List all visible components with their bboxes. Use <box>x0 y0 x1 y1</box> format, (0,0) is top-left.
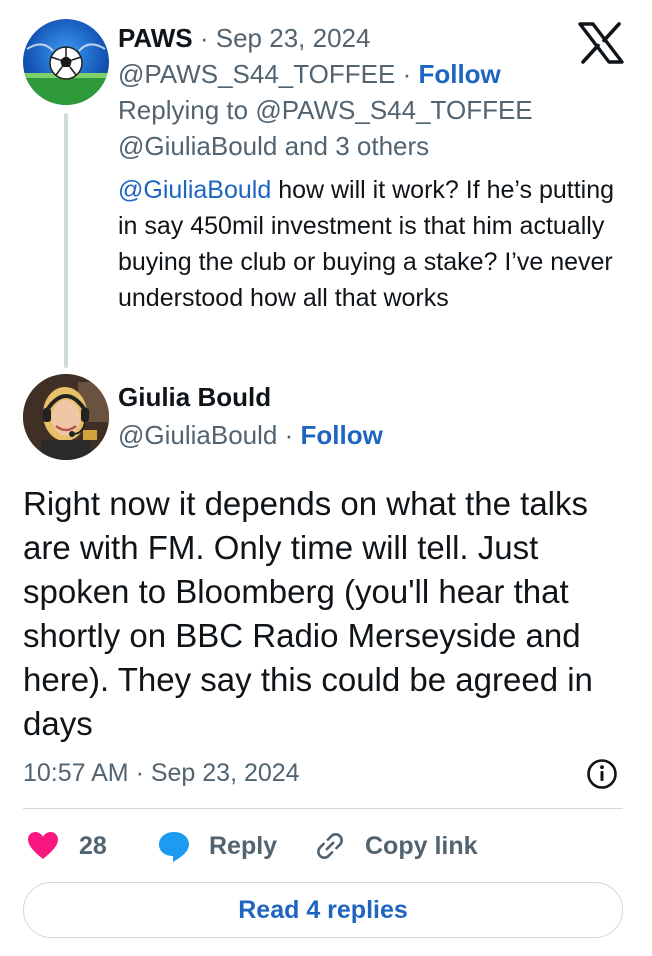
replying-mention[interactable]: @GiuliaBould <box>118 131 277 161</box>
reply-button[interactable]: Reply <box>157 826 277 866</box>
x-logo-icon[interactable] <box>578 22 624 64</box>
link-icon <box>317 833 343 859</box>
main-tweet-body: Right now it depends on what the talks a… <box>23 485 593 742</box>
speech-bubble-icon <box>159 832 189 862</box>
copy-link-label: Copy link <box>365 831 478 860</box>
info-icon[interactable] <box>586 758 618 790</box>
like-button[interactable] <box>27 826 59 866</box>
parent-tweet-date[interactable]: Sep 23, 2024 <box>216 23 371 53</box>
parent-follow-link[interactable]: Follow <box>418 59 500 89</box>
thread-connector-line <box>64 113 68 368</box>
actions-divider <box>23 808 623 809</box>
like-count[interactable]: 28 <box>79 826 107 866</box>
replying-others[interactable]: and 3 others <box>277 131 430 161</box>
parent-tweet-body: @GiuliaBould how will it work? If he’s p… <box>118 172 618 316</box>
main-author-avatar[interactable] <box>23 374 109 460</box>
tweet-card: PAWS · Sep 23, 2024 @PAWS_S44_TOFFEE · F… <box>0 0 652 956</box>
replying-to-line: Replying to @PAWS_S44_TOFFEE <box>118 94 533 126</box>
reply-label: Reply <box>209 831 278 860</box>
parent-author-handle[interactable]: @PAWS_S44_TOFFEE <box>118 59 395 89</box>
like-count-label: 28 <box>79 831 107 860</box>
soccer-ball-icon <box>23 43 109 105</box>
person-with-headset-icon <box>23 374 109 460</box>
parent-handle-row: @PAWS_S44_TOFFEE · Follow <box>118 58 501 90</box>
handle-separator: · <box>395 59 419 89</box>
header-separator: · <box>192 23 216 53</box>
read-replies-button[interactable]: Read 4 replies <box>23 882 623 938</box>
copy-link-button[interactable]: Copy link <box>313 826 478 866</box>
main-author-handle[interactable]: @GiuliaBould <box>118 420 277 450</box>
parent-author-avatar[interactable] <box>23 19 109 105</box>
tweet-actions-bar: 28 Reply Copy link <box>23 826 623 866</box>
tweet-timestamp[interactable]: 10:57 AM · Sep 23, 2024 <box>23 757 300 789</box>
main-handle-row: @GiuliaBould · Follow <box>118 419 383 451</box>
replying-prefix: Replying to <box>118 95 256 125</box>
parent-author-name[interactable]: PAWS <box>118 23 193 53</box>
heart-icon <box>28 832 58 859</box>
main-author-name[interactable]: Giulia Bould <box>118 381 271 413</box>
body-mention-link[interactable]: @GiuliaBould <box>118 176 271 204</box>
replying-handle[interactable]: @PAWS_S44_TOFFEE <box>255 95 532 125</box>
replying-to-others-line: @GiuliaBould and 3 others <box>118 130 429 162</box>
main-handle-separator: · <box>277 420 301 450</box>
parent-tweet-header: PAWS · Sep 23, 2024 <box>118 22 370 54</box>
main-follow-link[interactable]: Follow <box>300 420 382 450</box>
